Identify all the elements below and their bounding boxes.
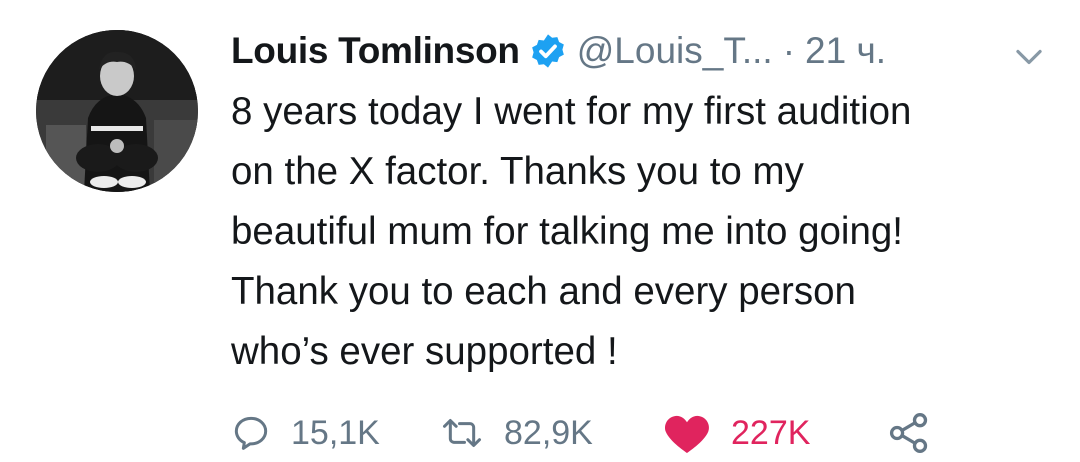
tweet-text-line: who’s ever supported !: [231, 330, 618, 373]
like-button[interactable]: 227K: [663, 405, 810, 461]
retweet-count: 82,9K: [504, 413, 593, 452]
share-icon: [889, 413, 928, 453]
avatar-photo: [36, 30, 198, 192]
tweet-text-line: 8 years today I went for my first auditi…: [231, 90, 912, 133]
tweet-text-line: beautiful mum for talking me into going!: [231, 210, 903, 253]
author-name[interactable]: Louis Tomlinson: [231, 30, 520, 72]
chevron-down-icon[interactable]: [1010, 38, 1048, 76]
verified-badge-icon: [531, 34, 564, 68]
reply-icon: [234, 416, 268, 450]
tweet-timestamp[interactable]: 21 ч.: [805, 30, 886, 72]
retweet-button[interactable]: 82,9K: [440, 405, 593, 461]
like-count: 227K: [731, 413, 811, 452]
reply-count: 15,1K: [291, 413, 380, 452]
tweet-header: Louis Tomlinson @Louis_T... · 21 ч.: [231, 24, 886, 78]
tweet: Louis Tomlinson @Louis_T... · 21 ч. 8 ye…: [0, 0, 1080, 462]
header-separator: ·: [782, 30, 796, 71]
reply-button[interactable]: 15,1K: [231, 405, 380, 461]
tweet-text-line: Thank you to each and every person: [231, 270, 856, 313]
tweet-actions: 15,1K 82,9K 227K: [0, 405, 1080, 461]
share-button[interactable]: [886, 405, 932, 461]
tweet-text-line: on the X factor. Thanks you to my: [231, 150, 804, 193]
tweet-text: 8 years today I went for my first auditi…: [231, 82, 1061, 382]
retweet-icon: [443, 419, 481, 447]
heart-icon: [665, 415, 709, 453]
avatar[interactable]: [36, 30, 198, 192]
author-handle[interactable]: @Louis_T...: [577, 30, 773, 72]
